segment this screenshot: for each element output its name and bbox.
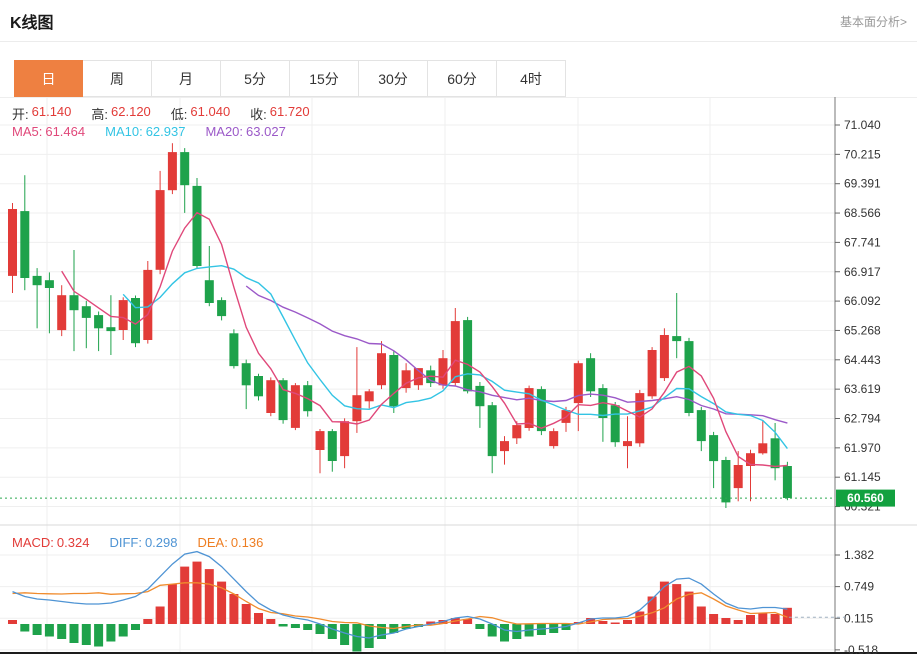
svg-text:1.382: 1.382 xyxy=(844,548,874,562)
ohlc-low-value: 61.040 xyxy=(190,104,230,123)
ma-ma10-value: 62.937 xyxy=(146,124,186,139)
ohlc-info-bar: 开:61.140 高:62.120 低:61.040 收:61.720 xyxy=(12,104,310,123)
ma-ma20-value: 63.027 xyxy=(246,124,286,139)
svg-text:0.115: 0.115 xyxy=(844,611,873,625)
ma-ma5-value: 61.464 xyxy=(45,124,85,139)
period-tab-8[interactable]: 4时 xyxy=(497,60,566,97)
svg-text:68.566: 68.566 xyxy=(844,206,881,220)
fundamental-analysis-link[interactable]: 基本面分析> xyxy=(840,13,907,30)
ohlc-low: 低:61.040 xyxy=(171,104,230,123)
svg-text:65.268: 65.268 xyxy=(844,323,881,337)
kline-candlestick-chart[interactable]: 71.040 70.215 69.391 68.566 67.741 66.917 66.0… xyxy=(0,97,917,656)
svg-text:62.794: 62.794 xyxy=(844,412,881,426)
macd-dea: DEA: 0.136 xyxy=(197,535,263,550)
macd-diff-value: 0.298 xyxy=(145,535,178,550)
svg-text:66.917: 66.917 xyxy=(844,265,881,279)
ohlc-open-value: 61.140 xyxy=(32,104,72,123)
svg-text:64.443: 64.443 xyxy=(844,353,881,367)
svg-text:61.970: 61.970 xyxy=(844,441,881,455)
macd-diff-label: DIFF: xyxy=(109,535,142,550)
svg-text:61.145: 61.145 xyxy=(844,470,881,484)
ma-ma10: MA10:62.937 xyxy=(105,124,185,139)
macd-macd-label: MACD: xyxy=(12,535,54,550)
svg-text:60.560: 60.560 xyxy=(847,491,884,505)
period-tab-6[interactable]: 30分 xyxy=(359,60,428,97)
macd-diff: DIFF:0.298 xyxy=(109,535,177,550)
chart-area: 71.040 70.215 69.391 68.566 67.741 66.917 66.0… xyxy=(0,97,917,656)
svg-text:-0.518: -0.518 xyxy=(844,643,878,656)
svg-text:69.391: 69.391 xyxy=(844,177,881,191)
period-tabs: 日周月5分15分30分60分4时 xyxy=(14,60,917,97)
ma-info-bar: MA5:61.464 MA10:62.937 MA20:63.027 xyxy=(12,124,286,139)
svg-text:70.215: 70.215 xyxy=(844,147,881,161)
svg-text:66.092: 66.092 xyxy=(844,294,881,308)
ma-ma5: MA5:61.464 xyxy=(12,124,85,139)
ma-ma5-label: MA5: xyxy=(12,124,42,139)
ohlc-open-label: 开: xyxy=(12,104,29,123)
svg-text:71.040: 71.040 xyxy=(844,118,881,132)
ohlc-open: 开:61.140 xyxy=(12,104,71,123)
widget-header: K线图 基本面分析> xyxy=(0,0,917,42)
ohlc-close-label: 收: xyxy=(250,104,267,123)
ohlc-close-value: 61.720 xyxy=(270,104,310,123)
svg-text:67.741: 67.741 xyxy=(844,235,881,249)
period-tab-3[interactable]: 月 xyxy=(152,60,221,97)
period-tab-2[interactable]: 周 xyxy=(83,60,152,97)
ma-ma20: MA20:63.027 xyxy=(205,124,285,139)
page-title: K线图 xyxy=(10,9,54,33)
macd-info-bar: MACD:0.324 DIFF:0.298 DEA: 0.136 xyxy=(12,535,263,550)
macd-dea-value: 0.136 xyxy=(231,535,264,550)
ohlc-low-label: 低: xyxy=(171,104,188,123)
period-tab-4[interactable]: 5分 xyxy=(221,60,290,97)
svg-text:0.749: 0.749 xyxy=(844,580,874,594)
ma-ma10-label: MA10: xyxy=(105,124,143,139)
macd-macd: MACD:0.324 xyxy=(12,535,89,550)
ohlc-high-label: 高: xyxy=(91,104,108,123)
macd-macd-value: 0.324 xyxy=(57,535,90,550)
period-tab-1[interactable]: 日 xyxy=(14,60,83,97)
macd-dea-label: DEA: xyxy=(197,535,227,550)
ma-ma20-label: MA20: xyxy=(205,124,243,139)
period-tab-5[interactable]: 15分 xyxy=(290,60,359,97)
ohlc-close: 收:61.720 xyxy=(250,104,309,123)
svg-text:63.619: 63.619 xyxy=(844,382,881,396)
ohlc-high: 高:62.120 xyxy=(91,104,150,123)
ohlc-high-value: 62.120 xyxy=(111,104,151,123)
period-tab-7[interactable]: 60分 xyxy=(428,60,497,97)
